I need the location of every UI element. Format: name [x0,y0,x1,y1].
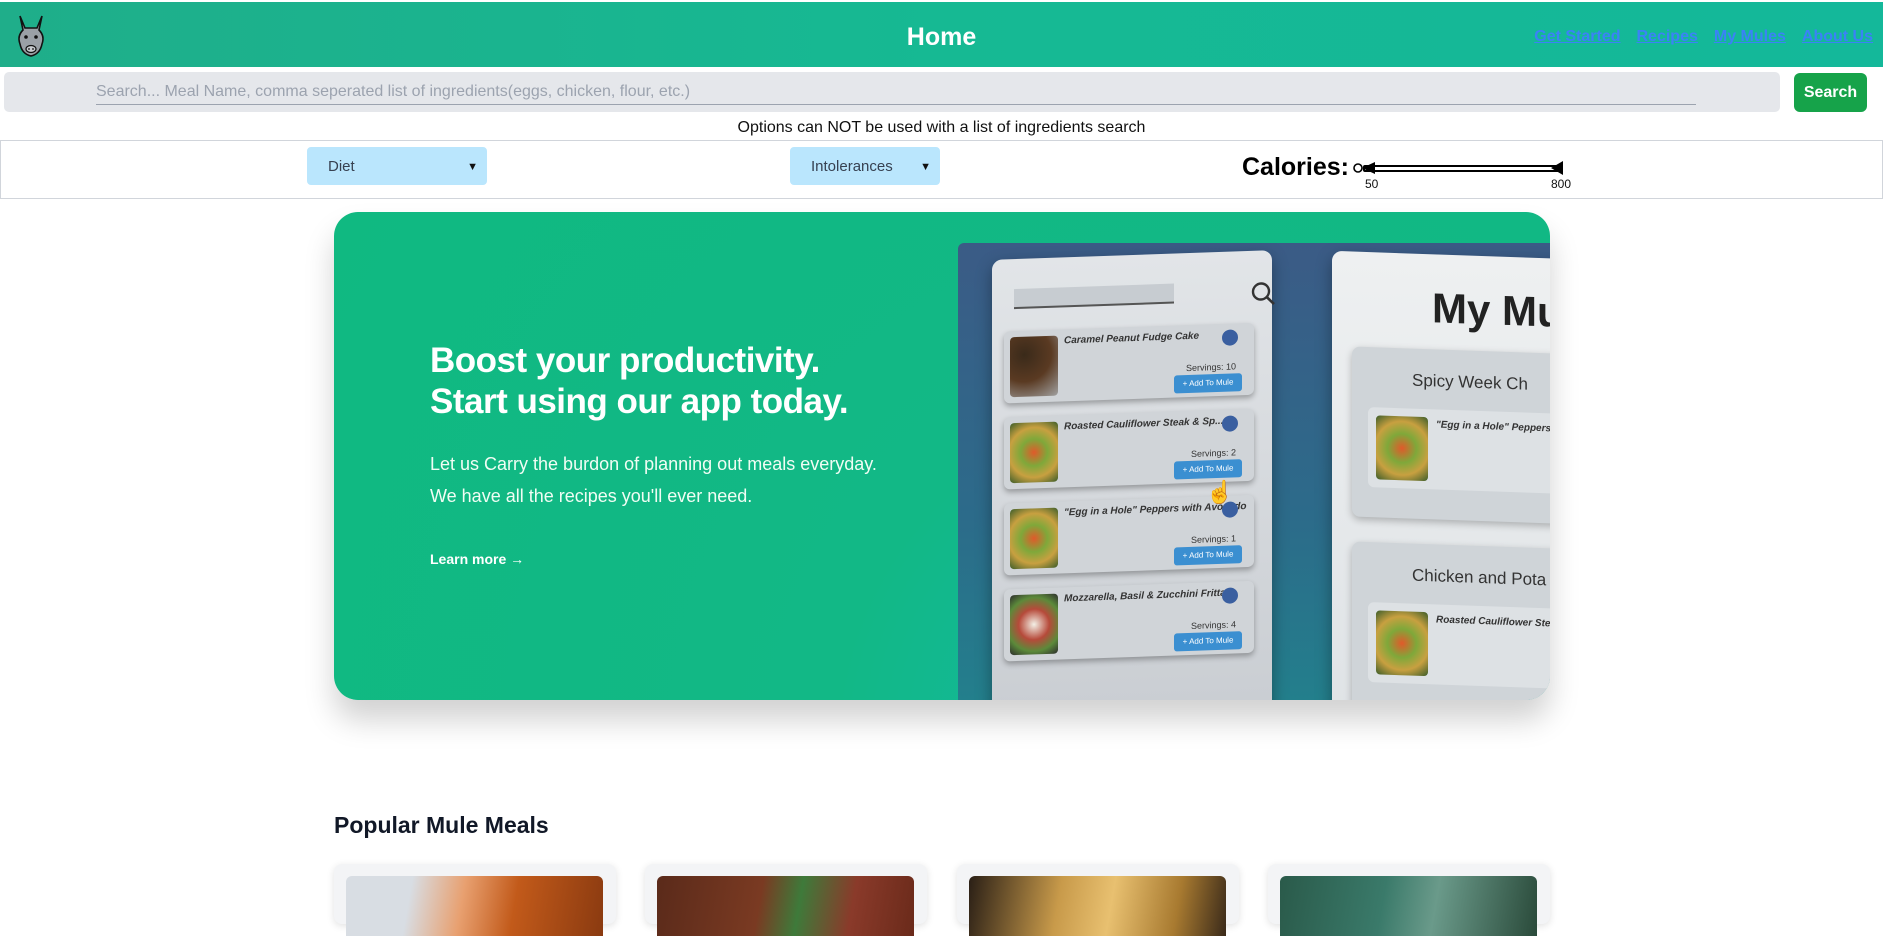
hero-title-line: Start using our app today. [430,382,849,421]
top-header: Home Get Started Recipes My Mules About … [0,2,1883,67]
mule-section-title: Spicy Week Ch [1412,370,1528,394]
add-to-mule-button: + Add To Mule [1174,545,1242,566]
hero-subtitle-line: Let us Carry the burdon of planning out … [430,454,877,474]
diet-select-value: Diet [328,158,355,175]
recipe-servings: Servings: 2 [1190,447,1236,459]
mockup-my-mules-panel: My Mul Spicy Week Ch "Egg in a Hole" Pep… [1332,250,1550,700]
chevron-down-icon: ▼ [920,161,931,173]
recipe-servings: Servings: 4 [1190,619,1236,631]
mockup-mule-section: Spicy Week Ch "Egg in a Hole" Peppers w [1352,346,1550,525]
hand-cursor-icon: ☝ [1206,479,1234,506]
recipe-name: Roasted Cauliflower Steak & Sp... [1064,415,1224,433]
search-options-note: Options can NOT be used with a list of i… [737,119,1146,136]
popular-meal-card[interactable] [1268,864,1550,936]
hero-subtitle-line: We have all the recipes you'll ever need… [430,486,753,506]
badge-icon [1222,329,1238,346]
meal-image [969,876,1226,936]
search-box [4,72,1780,112]
filter-bar: Diet ▼ Intolerances ▼ Calories: 50 800 [0,140,1883,199]
recipe-servings: Servings: 10 [1185,361,1236,374]
popular-meals-heading: Popular Mule Meals [334,812,549,838]
calories-max-value: 800 [1551,177,1572,191]
recipe-name: Caramel Peanut Fudge Cake [1064,330,1200,347]
mule-section-title: Chicken and Pota [1412,565,1547,590]
hero-title: Boost your productivity. Start using our… [430,340,849,422]
badge-icon [1222,415,1238,432]
mockup-mule-section: Chicken and Pota Roasted Cauliflower Ste… [1352,541,1550,700]
popular-meal-card[interactable] [645,864,927,936]
search-button[interactable]: Search [1794,73,1867,112]
mockup-recipe-card: "Egg in a Hole" Peppers with Avocado Ser… [1004,494,1254,576]
search-input[interactable] [96,79,1696,105]
nav-link-recipes[interactable]: Recipes [1637,28,1698,46]
nav-link-my-mules[interactable]: My Mules [1714,28,1786,46]
add-to-mule-button: + Add To Mule [1174,373,1242,394]
popular-meal-card[interactable] [957,864,1239,936]
diet-select[interactable]: Diet ▼ [307,147,487,185]
mule-recipe-item: Roasted Cauliflower Steak [1368,602,1550,691]
badge-icon [1222,587,1238,604]
popular-meal-card[interactable] [334,864,616,936]
recipe-thumbnail [1010,593,1058,656]
recipe-name: Roasted Cauliflower Steak [1436,614,1550,630]
recipe-thumbnail [1010,421,1058,484]
recipe-thumbnail [1376,415,1428,482]
hero-title-line: Boost your productivity. [430,341,820,380]
search-icon [1251,282,1275,305]
mule-logo-icon[interactable] [12,14,50,58]
calories-range-slider[interactable]: 50 800 [1353,155,1571,195]
recipe-name: Mozzarella, Basil & Zucchini Frittata [1064,587,1235,605]
calories-min-value: 50 [1365,177,1379,191]
recipe-thumbnail [1010,335,1058,398]
main-nav: Get Started Recipes My Mules About Us [1534,28,1873,46]
meal-image [657,876,914,936]
slider-min-handle[interactable] [1353,161,1379,175]
app-screenshot-image: Caramel Peanut Fudge Cake Servings: 10 +… [958,243,1550,700]
add-to-mule-button: + Add To Mule [1174,459,1242,480]
recipe-thumbnail [1010,507,1058,570]
mockup-recipe-card: Roasted Cauliflower Steak & Sp... Servin… [1004,408,1254,490]
mockup-recipe-card: Caramel Peanut Fudge Cake Servings: 10 +… [1004,322,1254,404]
nav-link-about-us[interactable]: About Us [1802,28,1873,46]
hero-subtitle: Let us Carry the burdon of planning out … [430,448,877,512]
mockup-recipes-panel: Caramel Peanut Fudge Cake Servings: 10 +… [992,250,1275,700]
slider-track [1363,165,1563,172]
calories-label: Calories: [1242,153,1349,181]
intolerances-select[interactable]: Intolerances ▼ [790,147,940,185]
mockup-search-bar [1014,283,1174,310]
intolerances-select-value: Intolerances [811,158,893,175]
chevron-down-icon: ▼ [467,161,478,173]
learn-more-link[interactable]: Learn more → [430,551,524,567]
nav-link-get-started[interactable]: Get Started [1534,28,1620,46]
recipe-thumbnail [1376,610,1428,677]
mockup-recipe-card: Mozzarella, Basil & Zucchini Frittata Se… [1004,580,1254,662]
hero-banner: Boost your productivity. Start using our… [334,212,1550,700]
mule-recipe-item: "Egg in a Hole" Peppers w [1368,407,1550,496]
slider-max-handle[interactable] [1551,160,1565,176]
mockup-heading: My Mul [1432,284,1550,337]
meal-image [1280,876,1537,936]
recipe-servings: Servings: 1 [1190,533,1236,545]
meal-image [346,876,603,936]
recipe-name: "Egg in a Hole" Peppers w [1436,419,1550,435]
search-row: Search [0,72,1883,114]
add-to-mule-button: + Add To Mule [1174,631,1242,652]
